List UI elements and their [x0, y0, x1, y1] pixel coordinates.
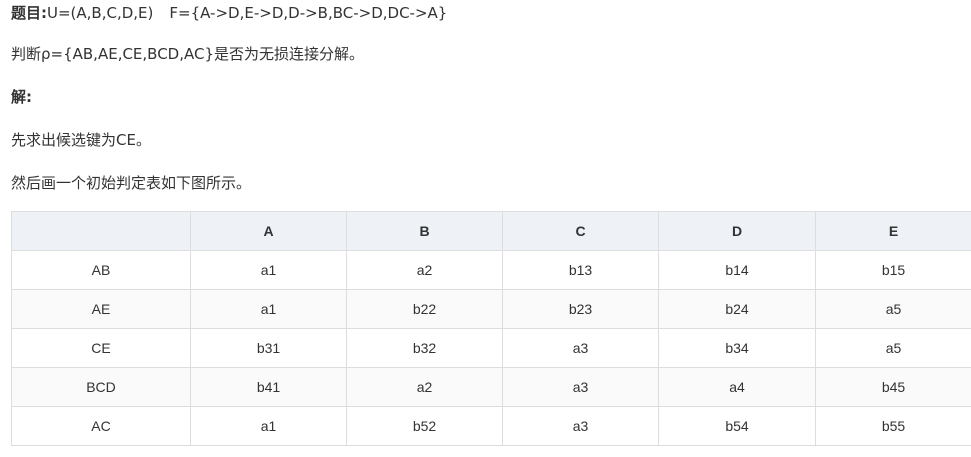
step-candidate-key: 先求出候选键为CE。 [11, 131, 151, 149]
header-cell: A [190, 211, 347, 251]
table-cell: b52 [346, 406, 503, 446]
table-cell: b45 [815, 367, 971, 407]
table-cell: b23 [502, 289, 659, 329]
dependency-set-text: F={A->D,E->D,D->B,BC->D,DC->A} [169, 4, 448, 22]
table-cell: a1 [190, 289, 347, 329]
table-cell: a3 [502, 406, 659, 446]
row-label-cell: AC [11, 406, 191, 446]
problem-line: 题目:U=(A,B,C,D,E) F={A->D,E->D,D->B,BC->D,… [11, 3, 447, 23]
row-label-cell: CE [11, 328, 191, 368]
table-cell: a1 [190, 406, 347, 446]
table-cell: a1 [190, 250, 347, 290]
table-row: AE a1 b22 b23 b24 a5 [11, 289, 971, 329]
problem-label: 题目: [11, 4, 47, 22]
table-row: AC a1 b52 a3 b54 b55 [11, 406, 971, 446]
header-cell: D [658, 211, 816, 251]
table-cell: b41 [190, 367, 347, 407]
table-cell: a3 [502, 367, 659, 407]
table-cell: b55 [815, 406, 971, 446]
table-cell: a5 [815, 328, 971, 368]
table-row: AB a1 a2 b13 b14 b15 [11, 250, 971, 290]
header-cell: C [502, 211, 659, 251]
header-cell: E [815, 211, 971, 251]
table-cell: b13 [502, 250, 659, 290]
solution-label: 解: [11, 88, 32, 106]
table-cell: b14 [658, 250, 816, 290]
row-label-cell: AB [11, 250, 191, 290]
table-cell: a2 [346, 250, 503, 290]
table-cell: b54 [658, 406, 816, 446]
table-cell: a2 [346, 367, 503, 407]
row-label-cell: AE [11, 289, 191, 329]
row-label-cell: BCD [11, 367, 191, 407]
table-cell: b24 [658, 289, 816, 329]
table-cell: b32 [346, 328, 503, 368]
question-text: 判断ρ={AB,AE,CE,BCD,AC}是否为无损连接分解。 [11, 45, 365, 63]
table-header-row: A B C D E [11, 211, 971, 251]
table-row: CE b31 b32 a3 b34 a5 [11, 328, 971, 368]
table-row: BCD b41 a2 a3 a4 b45 [11, 367, 971, 407]
table-cell: b15 [815, 250, 971, 290]
step-initial-table: 然后画一个初始判定表如下图所示。 [11, 174, 252, 192]
table-cell: b31 [190, 328, 347, 368]
header-cell: B [346, 211, 503, 251]
table-cell: a3 [502, 328, 659, 368]
universe-text: U=(A,B,C,D,E) [47, 4, 154, 22]
table-cell: a4 [658, 367, 816, 407]
header-cell [11, 211, 191, 251]
judgement-table: A B C D E AB a1 a2 b13 b14 b15 AE a1 b22… [11, 211, 971, 446]
table-cell: b34 [658, 328, 816, 368]
table-cell: b22 [346, 289, 503, 329]
table-cell: a5 [815, 289, 971, 329]
